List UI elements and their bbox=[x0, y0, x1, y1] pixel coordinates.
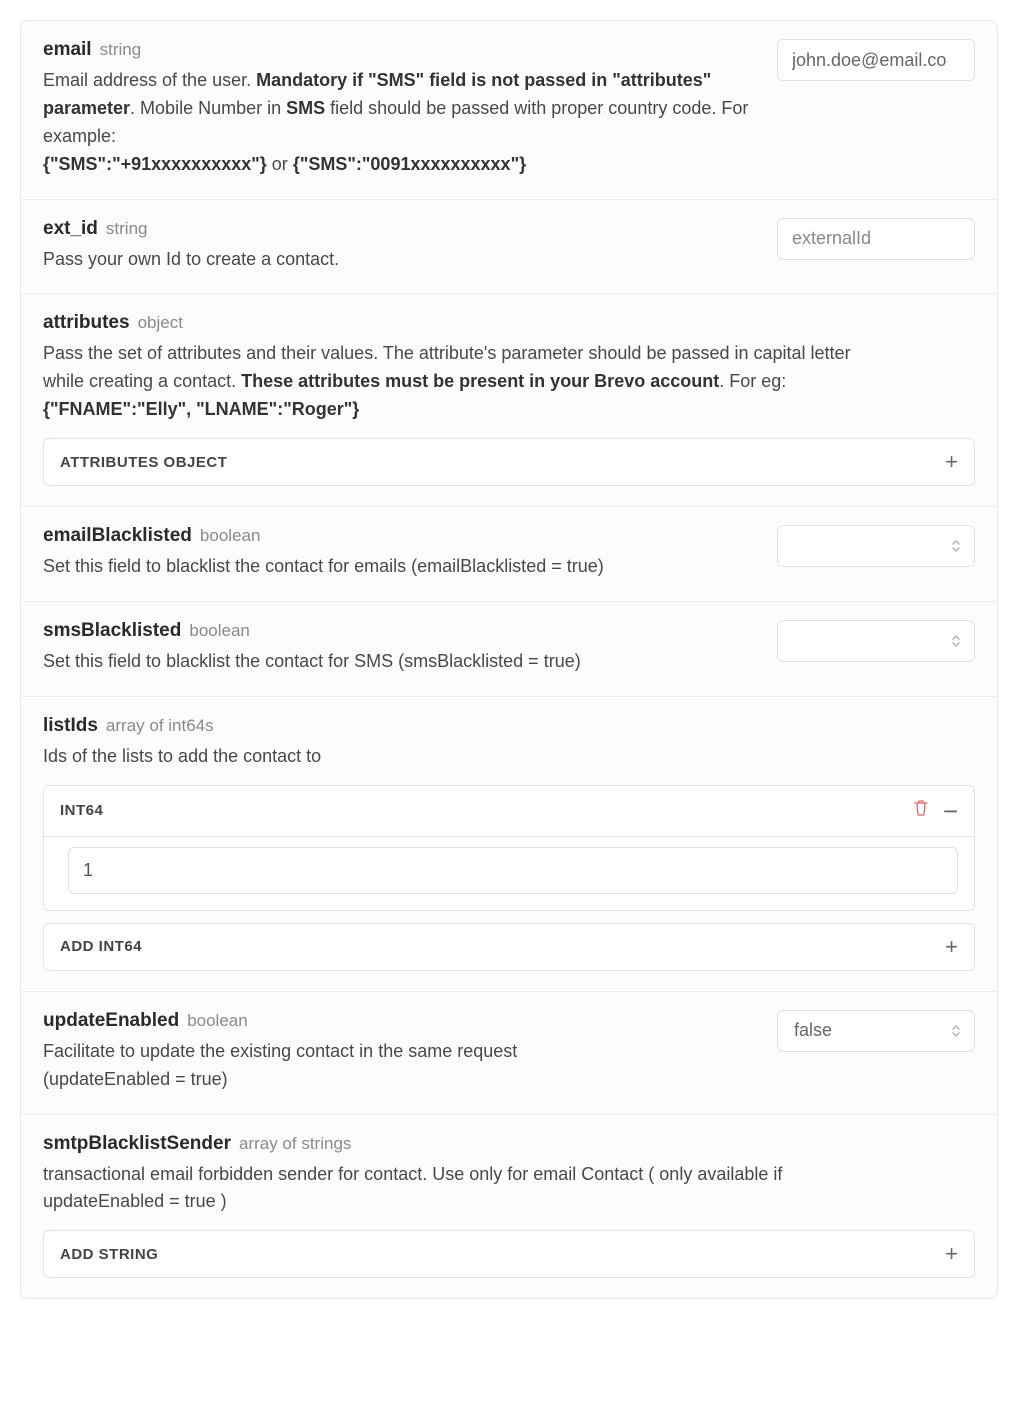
param-type: array of int64s bbox=[106, 716, 214, 736]
param-type: boolean bbox=[200, 526, 261, 546]
expander-label: ATTRIBUTES OBJECT bbox=[60, 454, 227, 471]
trash-icon[interactable] bbox=[913, 799, 929, 822]
ext-id-input[interactable] bbox=[777, 218, 975, 260]
param-type: boolean bbox=[187, 1011, 248, 1031]
param-type: string bbox=[106, 219, 148, 239]
param-attributes: attributes object Pass the set of attrib… bbox=[21, 294, 997, 507]
plus-icon[interactable]: + bbox=[945, 451, 958, 473]
param-name: smtpBlacklistSender bbox=[43, 1133, 231, 1155]
param-type: object bbox=[138, 313, 183, 333]
param-description: Set this field to blacklist the contact … bbox=[43, 648, 761, 676]
plus-icon[interactable]: + bbox=[945, 936, 958, 958]
param-name: ext_id bbox=[43, 218, 98, 240]
param-name: updateEnabled bbox=[43, 1010, 179, 1032]
param-ext-id: ext_id string Pass your own Id to create… bbox=[21, 200, 997, 295]
param-update-enabled: updateEnabled boolean Facilitate to upda… bbox=[21, 992, 997, 1115]
minus-icon[interactable]: − bbox=[943, 798, 958, 824]
param-type: boolean bbox=[189, 621, 250, 641]
plus-icon[interactable]: + bbox=[945, 1243, 958, 1265]
chevron-updown-icon bbox=[950, 538, 962, 554]
attributes-object-expander[interactable]: ATTRIBUTES OBJECT + bbox=[43, 438, 975, 486]
param-email: email string Email address of the user. … bbox=[21, 21, 997, 200]
param-list-ids: listIds array of int64s Ids of the lists… bbox=[21, 697, 997, 992]
param-email-blacklisted: emailBlacklisted boolean Set this field … bbox=[21, 507, 997, 602]
expander-label: ADD STRING bbox=[60, 1246, 158, 1263]
chevron-updown-icon bbox=[950, 1023, 962, 1039]
param-description: Pass the set of attributes and their val… bbox=[43, 340, 863, 424]
add-int64-button[interactable]: ADD INT64 + bbox=[43, 923, 975, 971]
param-name: emailBlacklisted bbox=[43, 525, 192, 547]
param-description: Email address of the user. Mandatory if … bbox=[43, 67, 761, 179]
int64-item-header[interactable]: INT64 − bbox=[43, 785, 975, 837]
expander-label: INT64 bbox=[60, 802, 103, 819]
chevron-updown-icon bbox=[950, 633, 962, 649]
param-name: listIds bbox=[43, 715, 98, 737]
param-description: Facilitate to update the existing contac… bbox=[43, 1038, 643, 1094]
param-type: array of strings bbox=[239, 1134, 351, 1154]
int64-value-input[interactable] bbox=[68, 847, 958, 894]
param-description: Pass your own Id to create a contact. bbox=[43, 246, 761, 274]
select-value: false bbox=[794, 1020, 832, 1041]
email-blacklisted-select[interactable] bbox=[777, 525, 975, 567]
params-panel: email string Email address of the user. … bbox=[20, 20, 998, 1299]
email-input[interactable] bbox=[777, 39, 975, 81]
int64-item-body bbox=[43, 837, 975, 911]
param-smtp-blacklist-sender: smtpBlacklistSender array of strings tra… bbox=[21, 1115, 997, 1299]
update-enabled-select[interactable]: false bbox=[777, 1010, 975, 1052]
param-name: attributes bbox=[43, 312, 130, 334]
sms-blacklisted-select[interactable] bbox=[777, 620, 975, 662]
param-sms-blacklisted: smsBlacklisted boolean Set this field to… bbox=[21, 602, 997, 697]
param-description: Set this field to blacklist the contact … bbox=[43, 553, 761, 581]
expander-label: ADD INT64 bbox=[60, 938, 142, 955]
param-name: email bbox=[43, 39, 92, 61]
param-description: Ids of the lists to add the contact to bbox=[43, 743, 863, 771]
param-description: transactional email forbidden sender for… bbox=[43, 1161, 863, 1217]
param-name: smsBlacklisted bbox=[43, 620, 181, 642]
add-string-button[interactable]: ADD STRING + bbox=[43, 1230, 975, 1278]
param-type: string bbox=[100, 40, 142, 60]
